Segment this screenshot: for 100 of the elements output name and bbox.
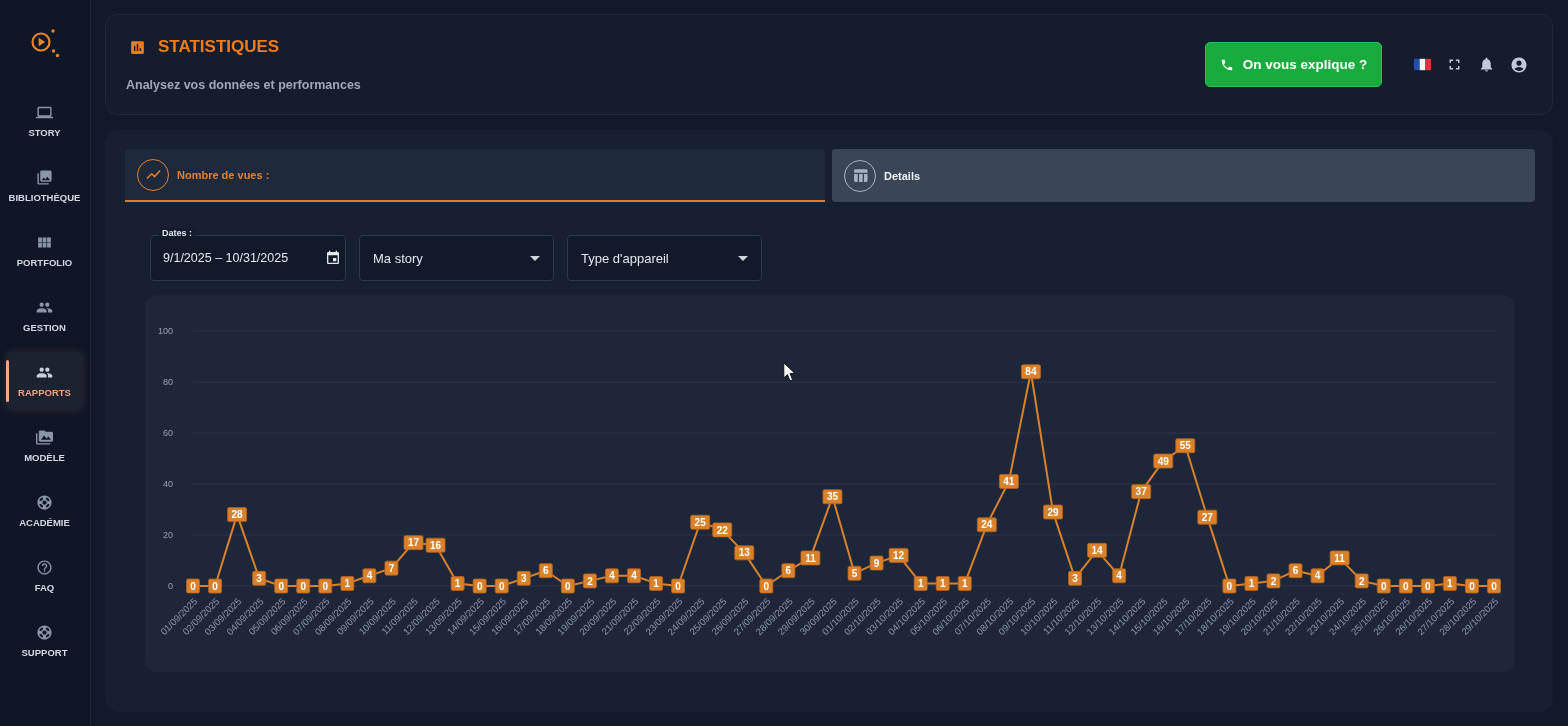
data-label: 4 [1314,570,1321,582]
data-label: 14 [1091,544,1104,556]
data-label: 1 [962,578,968,590]
data-label: 0 [1465,578,1479,594]
data-label: 1 [935,576,950,591]
data-label: 9 [873,557,880,569]
lifebuoy-icon [36,624,53,641]
sidebar-item[interactable]: SUPPORT [6,612,83,670]
bar-chart-icon [129,38,146,56]
data-label: 0 [190,580,197,592]
sidebar-item[interactable]: BIBLIOTHÈQUE [6,157,83,215]
y-axis-label: 60 [163,428,173,438]
data-label: 28 [227,507,247,522]
y-axis-label: 80 [163,377,173,387]
data-label: 0 [212,580,219,592]
sidebar-item[interactable]: MODÈLE [6,417,83,475]
data-label: 2 [1266,573,1281,589]
data-label: 0 [1425,580,1432,592]
data-label: 0 [1469,580,1476,592]
data-label: 0 [300,580,307,592]
data-label: 0 [322,580,329,592]
data-label: 6 [1292,565,1299,577]
data-label: 0 [498,580,505,592]
phone-icon [1219,57,1234,72]
y-axis-label: 100 [157,326,173,336]
data-label: 49 [1153,453,1174,469]
data-label: 0 [763,580,770,592]
data-label: 35 [822,489,843,505]
data-label: 1 [957,576,972,591]
sidebar-item[interactable]: FAQ [6,547,83,605]
laptop-icon [36,104,53,121]
data-label: 4 [362,568,377,584]
data-label: 29 [1043,504,1063,520]
data-label: 3 [256,572,263,584]
data-label: 55 [1179,440,1192,452]
data-label: 0 [1403,580,1410,592]
data-label: 4 [366,570,373,582]
data-label: 11 [805,552,817,564]
data-label: 0 [318,578,333,594]
tab[interactable]: Details [832,149,1535,202]
data-label: 12 [888,548,909,563]
data-label: 0 [1226,580,1233,592]
sidebar-item[interactable]: RAPPORTS [6,352,83,410]
date-range-value: 9/1/2025 – 10/31/2025 [163,251,289,265]
data-label: 22 [712,522,733,538]
sidebar-item[interactable]: ACADÉMIE [6,482,83,540]
y-axis-label: 20 [163,530,173,540]
bell-icon[interactable] [1478,56,1495,73]
sidebar-item[interactable]: STORY [6,92,83,150]
photo-folder-icon [36,429,53,446]
data-label: 0 [1380,580,1387,592]
data-label: 17 [403,535,424,551]
tab[interactable]: Nombre de vues : [125,149,825,202]
data-label: 0 [278,580,285,592]
data-label: 1 [340,576,355,591]
data-label: 11 [800,550,821,566]
data-label: 0 [1487,578,1501,594]
page-subtitle: Analysez vos données et performances [126,78,361,92]
data-label: 0 [565,580,572,592]
data-label: 3 [516,570,531,586]
user-icon[interactable] [1510,55,1528,74]
sidebar-item[interactable]: GESTION [6,287,83,345]
data-label: 0 [274,578,289,594]
data-label: 0 [186,578,200,594]
data-label: 41 [999,474,1019,489]
calendar-icon[interactable] [325,250,341,266]
data-label: 4 [631,570,638,582]
data-label: 0 [472,578,487,594]
data-label: 0 [759,578,774,594]
date-range-field[interactable]: Dates : 9/1/2025 – 10/31/2025 [150,228,346,281]
flag-icon[interactable] [1414,58,1431,71]
sidebar-item[interactable]: PORTFOLIO [6,222,83,280]
data-label: 1 [1244,576,1259,591]
data-label: 5 [851,567,858,579]
data-label: 6 [543,565,550,577]
data-label: 1 [917,578,924,590]
caret-down-icon [738,255,748,261]
data-label: 13 [738,547,751,559]
data-label: 4 [1116,570,1123,582]
device-type-select[interactable]: Type d'appareil [567,235,762,281]
y-axis-label: 0 [168,581,173,591]
dates-label: Dates : [159,228,195,238]
data-label: 0 [1491,580,1498,592]
photo-library-icon [36,169,53,186]
data-label: 84 [1025,366,1037,378]
data-label: 1 [344,578,351,590]
data-label: 1 [1248,578,1255,590]
data-label: 1 [939,578,946,590]
lifebuoy-icon [36,494,53,511]
data-label: 0 [208,578,222,594]
data-label: 0 [671,578,685,594]
data-label: 1 [649,576,663,591]
logo-icon[interactable] [29,28,60,58]
data-label: 4 [1112,568,1127,584]
story-select[interactable]: Ma story [359,235,554,281]
data-label: 7 [388,562,395,574]
data-label: 0 [476,580,483,592]
data-label: 1 [1443,576,1457,591]
data-label: 2 [1354,573,1369,589]
data-label: 24 [981,519,993,531]
